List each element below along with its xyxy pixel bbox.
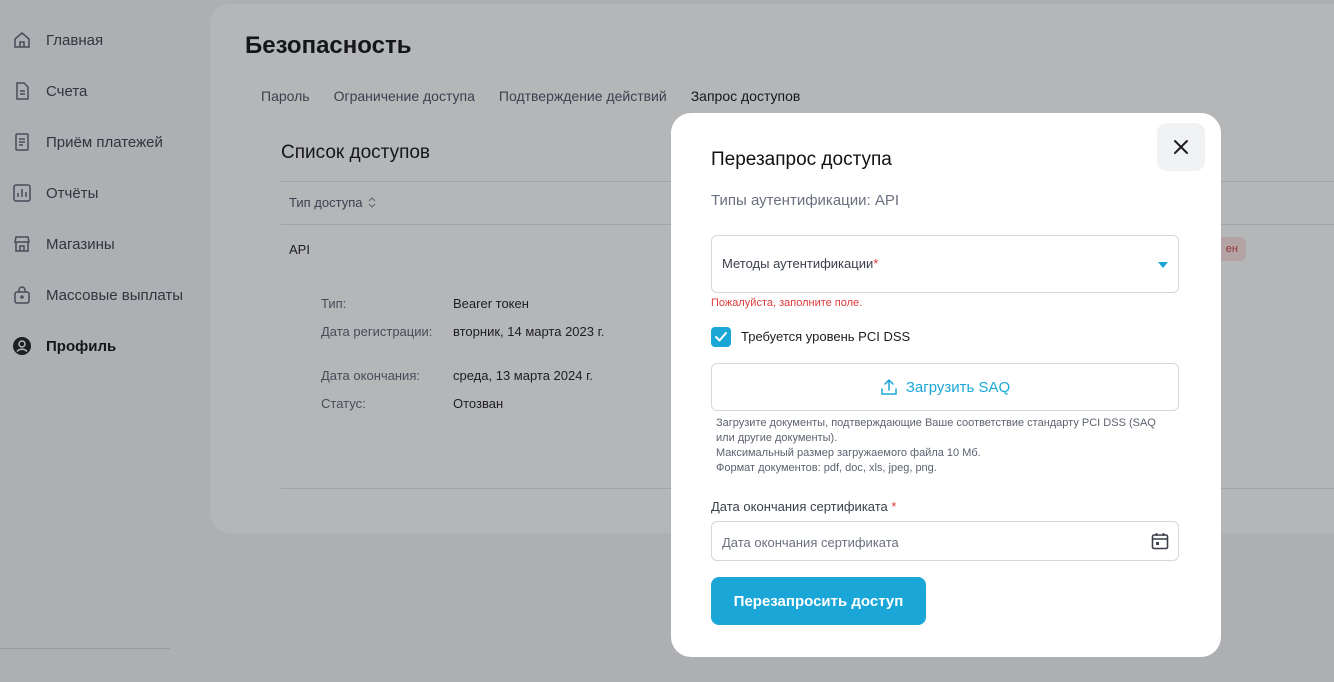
cert-date-placeholder: Дата окончания сертификата xyxy=(722,535,899,550)
close-button[interactable] xyxy=(1157,123,1205,171)
auth-methods-select[interactable]: Методы аутентификации* xyxy=(711,235,1179,293)
auth-types-text: Типы аутентификации: API xyxy=(711,192,900,209)
upload-saq-button[interactable]: Загрузить SAQ xyxy=(711,363,1179,411)
cert-date-input[interactable]: Дата окончания сертификата xyxy=(711,521,1179,561)
auth-methods-label-text: Методы аутентификации xyxy=(722,256,874,271)
reaccess-modal: Перезапрос доступа Типы аутентификации: … xyxy=(671,113,1221,657)
hint-line: Загрузите документы, подтверждающие Ваше… xyxy=(716,417,1156,444)
close-icon xyxy=(1174,140,1188,154)
required-mark: * xyxy=(873,256,879,271)
checkmark-icon xyxy=(715,332,727,342)
cert-date-label: Дата окончания сертификата * xyxy=(711,499,896,514)
reaccess-submit-button[interactable]: Перезапросить доступ xyxy=(711,577,926,625)
upload-saq-label: Загрузить SAQ xyxy=(905,378,1011,396)
upload-hint: Загрузите документы, подтверждающие Ваше… xyxy=(716,416,1166,476)
error-message: Пожалуйста, заполните поле. xyxy=(711,297,863,309)
upload-icon xyxy=(881,379,897,395)
pci-dss-label[interactable]: Требуется уровень PCI DSS xyxy=(741,329,910,344)
auth-methods-label: Методы аутентификации* xyxy=(722,256,878,271)
cert-date-label-text: Дата окончания сертификата xyxy=(711,499,888,514)
modal-title: Перезапрос доступа xyxy=(711,149,892,170)
hint-line: Формат документов: pdf, doc, xls, jpeg, … xyxy=(716,462,937,474)
calendar-icon[interactable] xyxy=(1150,531,1170,551)
required-mark: * xyxy=(891,499,897,514)
hint-line: Максимальный размер загружаемого файла 1… xyxy=(716,447,981,459)
chevron-down-icon xyxy=(1158,262,1168,268)
pci-dss-checkbox[interactable] xyxy=(711,327,731,347)
